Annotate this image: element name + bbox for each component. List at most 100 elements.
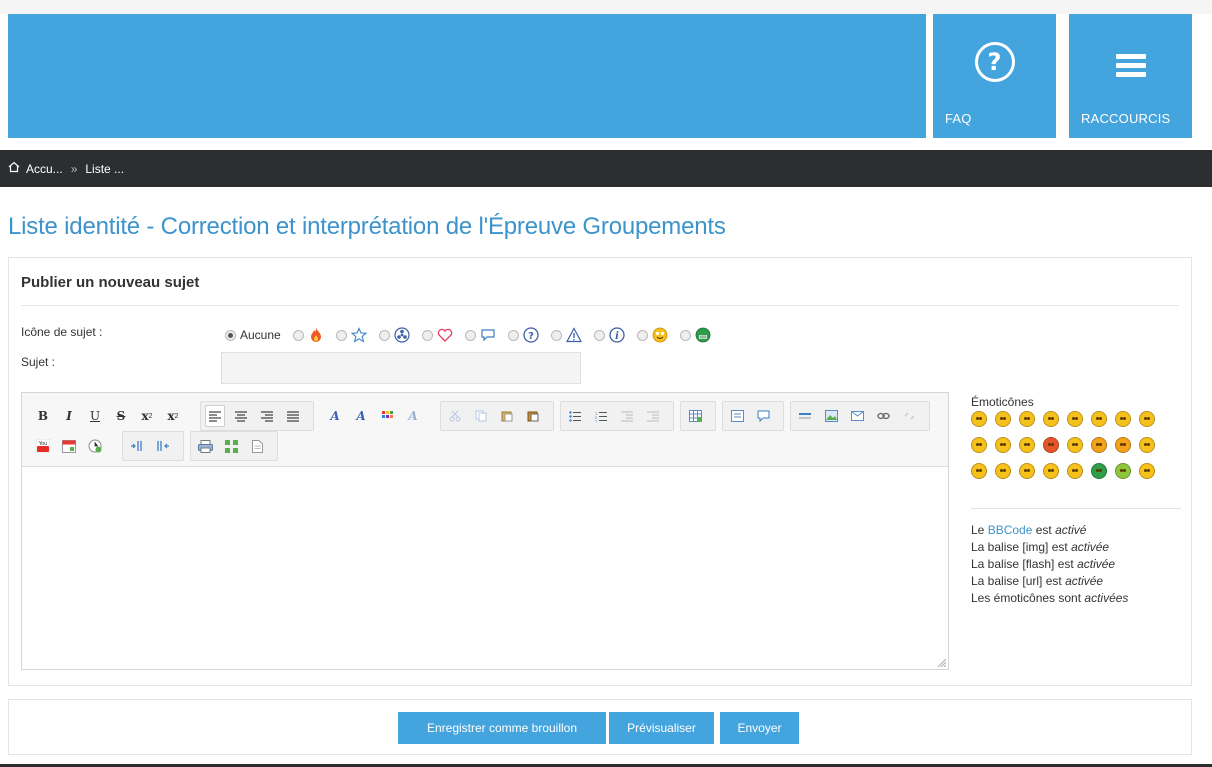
preview-button[interactable]: Prévisualiser bbox=[609, 712, 714, 744]
topic-icon-radio-fire[interactable] bbox=[292, 329, 304, 341]
smiley-icon[interactable] bbox=[1115, 437, 1131, 453]
subject-input[interactable] bbox=[221, 352, 581, 384]
link-icon[interactable] bbox=[873, 405, 893, 427]
smiley-icon[interactable] bbox=[1139, 437, 1155, 453]
site-banner[interactable] bbox=[8, 14, 926, 138]
spoiler-icon[interactable] bbox=[753, 405, 773, 427]
align-justify-button[interactable] bbox=[283, 405, 303, 427]
source-icon[interactable] bbox=[247, 435, 267, 457]
submit-button[interactable]: Envoyer bbox=[720, 712, 799, 744]
bbcode-link[interactable]: BBCode bbox=[988, 523, 1033, 537]
indent-icon[interactable] bbox=[643, 405, 663, 427]
horizontal-rule-icon[interactable] bbox=[795, 405, 815, 427]
topic-icon-radio-radioactive[interactable] bbox=[378, 329, 390, 341]
font-color-icon[interactable]: A bbox=[325, 405, 345, 427]
youtube-icon[interactable]: You bbox=[33, 435, 53, 457]
paste-text-icon[interactable] bbox=[523, 405, 543, 427]
editor-toolbar: B I U S x2 x2 A A A 1 2 3 You bbox=[22, 393, 948, 467]
smiley-icon[interactable] bbox=[1067, 411, 1083, 427]
topic-icon-none-label: Aucune bbox=[240, 328, 281, 342]
topic-icon-radio-speech[interactable] bbox=[464, 329, 476, 341]
copy-icon[interactable] bbox=[471, 405, 491, 427]
message-textarea[interactable] bbox=[22, 467, 948, 669]
smiley-icon[interactable] bbox=[1019, 463, 1035, 479]
topic-icon-radio-grin[interactable] bbox=[679, 329, 691, 341]
bbcode-status: Le BBCode est activé La balise [img] est… bbox=[971, 523, 1129, 605]
home-icon[interactable] bbox=[8, 161, 20, 176]
breadcrumb-home[interactable]: Accu... bbox=[26, 162, 63, 176]
clock-icon[interactable] bbox=[85, 435, 105, 457]
calendar-icon[interactable] bbox=[59, 435, 79, 457]
shortcuts-label: RACCOURCIS bbox=[1081, 111, 1171, 126]
smiley-icon[interactable] bbox=[971, 437, 987, 453]
strikethrough-button[interactable]: S bbox=[111, 405, 131, 427]
font-size-icon[interactable]: A bbox=[351, 405, 371, 427]
topic-icon-radio-none[interactable] bbox=[225, 329, 236, 341]
topic-icon-radio-star[interactable] bbox=[335, 329, 347, 341]
smiley-icon bbox=[652, 327, 668, 343]
smiley-icon[interactable] bbox=[1019, 437, 1035, 453]
smiley-icon[interactable] bbox=[971, 463, 987, 479]
smiley-icon[interactable] bbox=[1043, 437, 1059, 453]
smiley-icon[interactable] bbox=[1043, 463, 1059, 479]
faq-tile[interactable]: ? FAQ bbox=[933, 14, 1056, 138]
image-icon[interactable] bbox=[821, 405, 841, 427]
breadcrumb-current[interactable]: Liste ... bbox=[85, 162, 124, 176]
smiley-icon[interactable] bbox=[1019, 411, 1035, 427]
topic-icon-radio-question[interactable] bbox=[507, 329, 519, 341]
smiley-row bbox=[971, 411, 1191, 427]
faq-label: FAQ bbox=[945, 111, 972, 126]
smiley-icon[interactable] bbox=[995, 437, 1011, 453]
resize-handle[interactable] bbox=[938, 659, 946, 667]
paste-icon[interactable] bbox=[497, 405, 517, 427]
email-icon[interactable] bbox=[847, 405, 867, 427]
underline-button[interactable]: U bbox=[85, 405, 105, 427]
shortcuts-tile[interactable]: RACCOURCIS bbox=[1069, 14, 1192, 138]
top-strip bbox=[0, 0, 1212, 14]
align-center-button[interactable] bbox=[231, 405, 251, 427]
smiley-icon[interactable] bbox=[1139, 463, 1155, 479]
page-title[interactable]: Liste identité - Correction et interprét… bbox=[8, 213, 726, 241]
topic-icon-radio-smiley[interactable] bbox=[636, 329, 648, 341]
grin-icon bbox=[695, 327, 711, 343]
smiley-icon[interactable] bbox=[1067, 437, 1083, 453]
breadcrumb-separator: » bbox=[70, 161, 78, 176]
fullscreen-icon[interactable] bbox=[221, 435, 241, 457]
smiley-icon[interactable] bbox=[971, 411, 987, 427]
topic-icon-radio-heart[interactable] bbox=[421, 329, 433, 341]
smiley-icon[interactable] bbox=[1115, 463, 1131, 479]
bold-button[interactable]: B bbox=[33, 405, 53, 427]
superscript-button[interactable]: x2 bbox=[163, 405, 183, 427]
save-draft-button[interactable]: Enregistrer comme brouillon bbox=[398, 712, 606, 744]
quote-icon[interactable] bbox=[727, 405, 747, 427]
table-icon[interactable] bbox=[685, 405, 705, 427]
remove-format-icon[interactable]: A bbox=[403, 405, 423, 427]
smiley-icon[interactable] bbox=[1091, 411, 1107, 427]
bullet-list-icon[interactable] bbox=[565, 405, 585, 427]
unlink-icon[interactable] bbox=[899, 405, 919, 427]
subscript-button[interactable]: x2 bbox=[137, 405, 157, 427]
smiley-icon[interactable] bbox=[1043, 411, 1059, 427]
cut-icon[interactable] bbox=[445, 405, 465, 427]
rtl-icon[interactable] bbox=[153, 435, 173, 457]
heart-icon bbox=[437, 327, 453, 343]
warning-icon bbox=[565, 327, 582, 343]
topic-icon-radio-info[interactable] bbox=[593, 329, 605, 341]
smiley-icon[interactable] bbox=[995, 411, 1011, 427]
smiley-icon[interactable] bbox=[1091, 463, 1107, 479]
ltr-icon[interactable] bbox=[127, 435, 147, 457]
smiley-icon[interactable] bbox=[1139, 411, 1155, 427]
align-left-button[interactable] bbox=[205, 405, 225, 427]
divider bbox=[21, 305, 1179, 306]
numbered-list-icon[interactable]: 123 bbox=[591, 405, 611, 427]
print-icon[interactable] bbox=[195, 435, 215, 457]
smiley-icon[interactable] bbox=[1067, 463, 1083, 479]
outdent-icon[interactable] bbox=[617, 405, 637, 427]
color-palette-icon[interactable] bbox=[377, 405, 397, 427]
align-right-button[interactable] bbox=[257, 405, 277, 427]
smiley-icon[interactable] bbox=[995, 463, 1011, 479]
topic-icon-radio-warning[interactable] bbox=[550, 329, 562, 341]
smiley-icon[interactable] bbox=[1091, 437, 1107, 453]
smiley-icon[interactable] bbox=[1115, 411, 1131, 427]
italic-button[interactable]: I bbox=[59, 405, 79, 427]
